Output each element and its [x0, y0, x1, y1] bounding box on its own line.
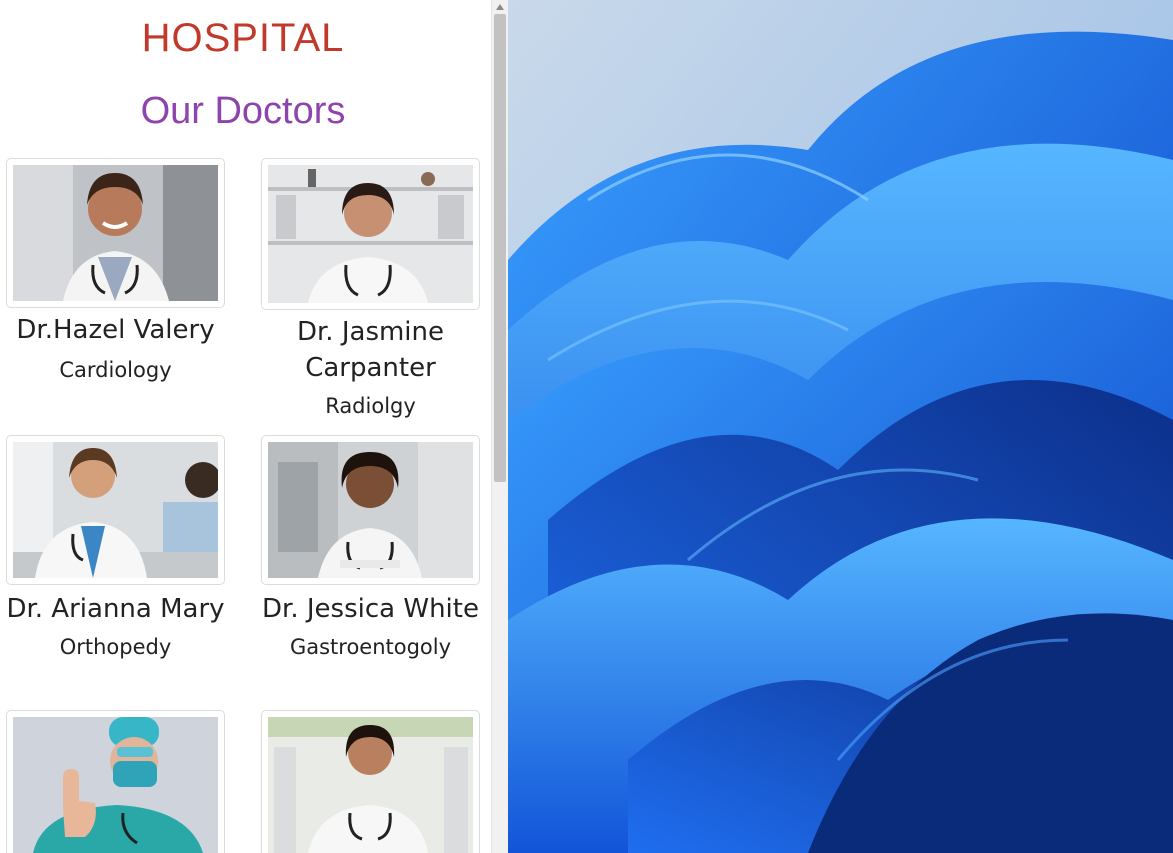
wallpaper-bloom-image — [508, 0, 1173, 853]
surgeon-photo-image — [13, 717, 218, 853]
section-title: Our Doctors — [140, 90, 346, 132]
surgeon-photo — [6, 710, 225, 853]
doctor-card — [6, 710, 225, 853]
doctor-photo-image — [268, 442, 473, 578]
doctor-card: Dr. Arianna Mary Orthopedy — [6, 435, 225, 661]
doctor-card: Dr.Hazel Valery Cardiology — [6, 158, 225, 384]
doctor-specialty: Cardiology — [59, 358, 172, 382]
doctor-specialty: Orthopedy — [59, 635, 172, 659]
doctor-card — [261, 710, 480, 853]
doctor-photo — [6, 158, 225, 308]
doctor-name: Dr. Jessica White — [262, 594, 479, 624]
doctor-photo-image — [268, 165, 473, 303]
doctor-card: Dr. Jessica White Gastroentogoly — [261, 435, 480, 661]
doctor-photo-image — [13, 442, 218, 578]
doctor-photo — [261, 435, 480, 585]
doctor-photo — [261, 710, 480, 853]
doctor-photo — [6, 435, 225, 585]
doctor-name: Dr. Jasmine Carpanter — [296, 317, 445, 383]
doctor-name: Dr. Arianna Mary — [6, 594, 225, 624]
doctor-specialty: Radiolgy — [325, 394, 416, 418]
doctor-photo-image — [13, 165, 218, 301]
scroll-up-arrow-icon[interactable] — [492, 0, 508, 14]
hospital-page: HOSPITAL Our Doctors Dr.Hazel Valery Car… — [0, 0, 491, 853]
desktop-wallpaper — [508, 0, 1173, 853]
doctor-photo — [261, 158, 480, 310]
vertical-scrollbar[interactable] — [491, 0, 508, 853]
scrollbar-thumb[interactable] — [494, 14, 506, 482]
doctor-card: Dr. Jasmine Carpanter Radiolgy — [261, 158, 480, 420]
doctor-photo-image — [268, 717, 473, 853]
doctor-specialty: Gastroentogoly — [289, 635, 452, 659]
doctor-name: Dr.Hazel Valery — [16, 315, 215, 345]
site-title: HOSPITAL — [141, 16, 345, 60]
